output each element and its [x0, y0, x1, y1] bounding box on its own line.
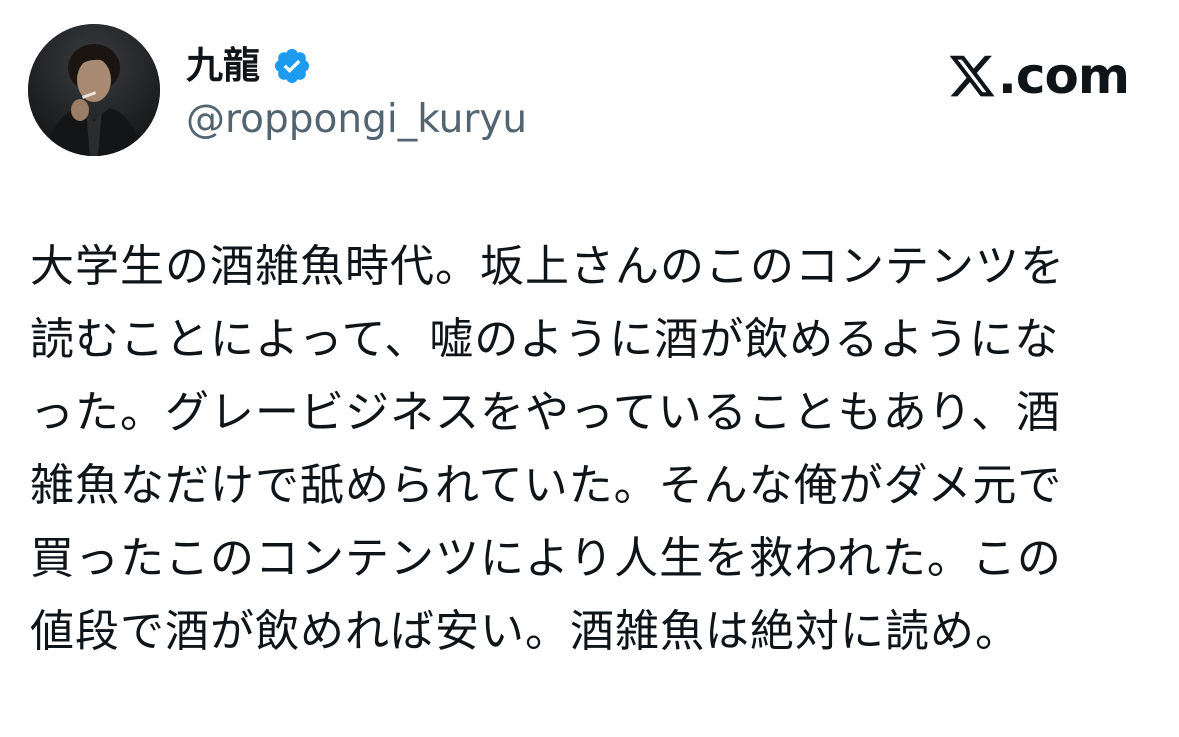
x-logo-icon	[946, 51, 998, 101]
tweet-line: 読むことによって、嘘のように酒が飲めるようにな	[30, 314, 1060, 365]
avatar-image	[28, 24, 160, 156]
tweet-line: 大学生の酒雑魚時代。坂上さんのこのコンテンツを	[30, 241, 1065, 292]
tweet-header: 九龍 @roppongi_kuryu .com	[0, 0, 1179, 180]
tweet-line: 買ったこのコンテンツにより人生を救われた。この	[30, 533, 1062, 584]
display-name[interactable]: 九龍	[186, 38, 260, 94]
avatar[interactable]	[28, 24, 160, 156]
tweet-line: 値段で酒が飲めれば安い。酒雑魚は絶対に読め。	[30, 606, 1020, 657]
author-name-row: 九龍	[186, 38, 312, 94]
x-com-brand: .com	[946, 44, 1130, 108]
author-handle[interactable]: @roppongi_kuryu	[186, 92, 527, 148]
x-com-domain-text: .com	[997, 47, 1130, 105]
tweet-text: 大学生の酒雑魚時代。坂上さんのこのコンテンツを 読むことによって、嘘のように酒が…	[30, 230, 1140, 668]
verified-badge-icon	[272, 46, 312, 86]
tweet-line: 雑魚なだけで舐められていた。そんな俺がダメ元で	[30, 460, 1063, 511]
tweet-line: った。グレービジネスをやっていることもあり、酒	[30, 387, 1062, 438]
